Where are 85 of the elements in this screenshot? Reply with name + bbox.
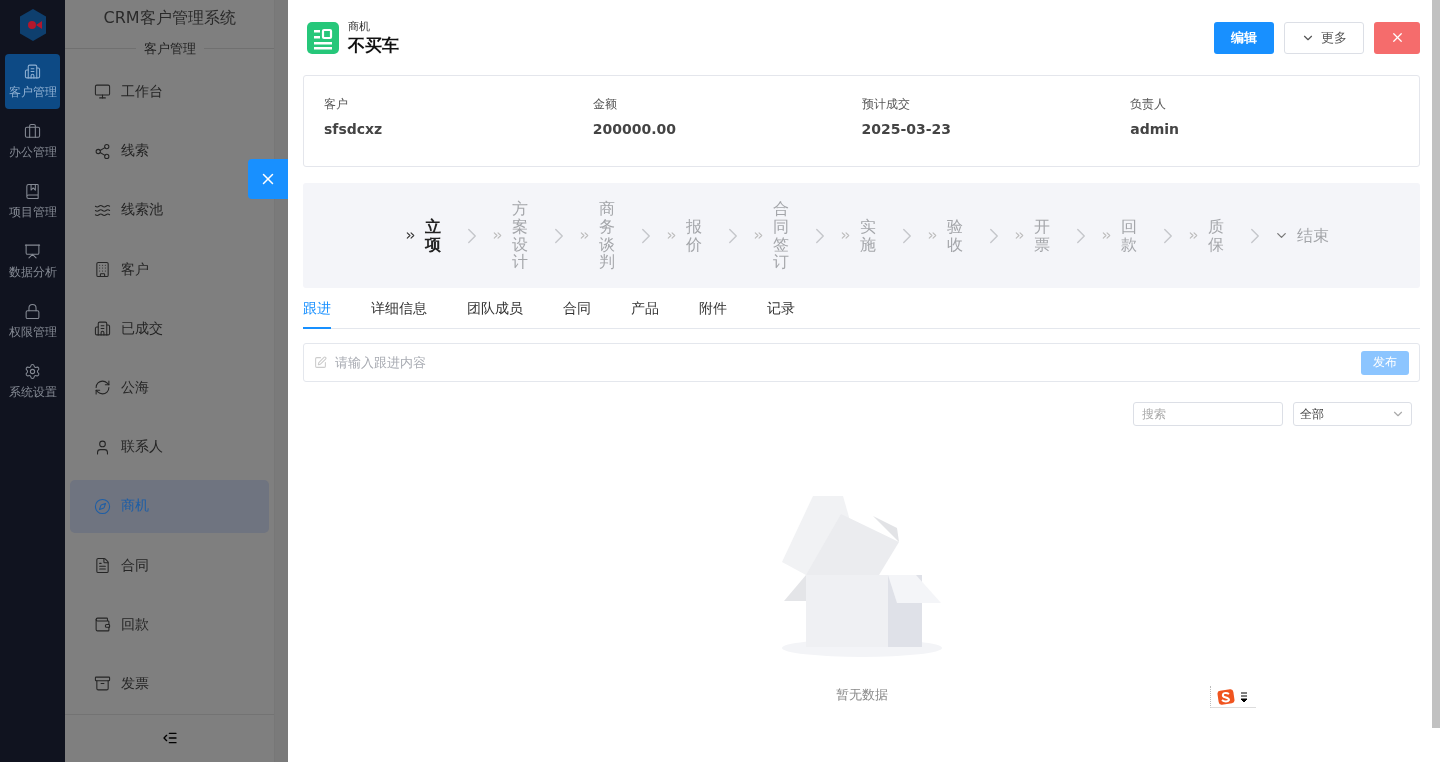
menu-item-icon bbox=[94, 675, 111, 693]
menu-item[interactable]: 线索 bbox=[70, 124, 269, 178]
rail-item[interactable]: 客户管理 bbox=[5, 54, 60, 109]
double-chevron-icon bbox=[1100, 229, 1113, 242]
stage-label[interactable]: 结束 bbox=[1297, 226, 1329, 245]
menu-item-icon bbox=[94, 438, 111, 456]
search-field[interactable]: 搜索 bbox=[1133, 402, 1283, 426]
menu-item-icon bbox=[94, 261, 111, 278]
menu-item-icon bbox=[94, 320, 111, 338]
edit-icon bbox=[314, 356, 327, 369]
rail-item-icon bbox=[24, 302, 41, 320]
menu-item[interactable]: 线索池 bbox=[70, 183, 269, 237]
scrollbar[interactable] bbox=[1432, 0, 1440, 728]
menu-item-icon bbox=[94, 83, 111, 101]
info-value: admin bbox=[1130, 121, 1181, 137]
info-label: 金额 bbox=[592, 96, 618, 113]
double-chevron-icon bbox=[578, 229, 591, 242]
menu-item-icon bbox=[94, 557, 111, 574]
rail-item[interactable]: 项目管理 bbox=[5, 174, 60, 229]
info-value: sfsdcxz bbox=[324, 121, 384, 137]
info-label: 客户 bbox=[324, 96, 349, 113]
tab[interactable]: 记录 bbox=[767, 296, 795, 329]
stage-label[interactable]: 质保 bbox=[1208, 217, 1224, 254]
menu-item[interactable]: 工作台 bbox=[70, 65, 269, 119]
record-title: 不买车 bbox=[348, 33, 400, 57]
rail-item[interactable]: 数据分析 bbox=[5, 234, 60, 289]
menu-item-icon bbox=[94, 497, 111, 515]
list-icon bbox=[307, 21, 339, 54]
double-chevron-icon bbox=[1187, 229, 1200, 242]
stage-label[interactable]: 实施 bbox=[860, 217, 876, 254]
double-chevron-icon bbox=[752, 229, 765, 242]
menu-item-icon bbox=[94, 142, 111, 160]
rail-item[interactable]: 系统设置 bbox=[5, 354, 60, 409]
menu-item[interactable]: 发票 bbox=[70, 657, 269, 711]
menu-item-icon bbox=[94, 379, 111, 397]
rail-item-icon bbox=[24, 362, 41, 380]
tab[interactable]: 合同 bbox=[563, 296, 591, 329]
stage-label[interactable]: 方案设计 bbox=[512, 200, 528, 271]
tab[interactable]: 详细信息 bbox=[371, 296, 427, 329]
info-value: 200000.00 bbox=[592, 121, 677, 137]
tab[interactable]: 跟进 bbox=[303, 296, 331, 329]
menu-item[interactable]: 已成交 bbox=[70, 302, 269, 356]
stage-label[interactable]: 商务谈判 bbox=[599, 200, 615, 271]
caret-icon bbox=[1241, 691, 1247, 702]
tab[interactable]: 附件 bbox=[699, 296, 727, 329]
stage-label[interactable]: 报价 bbox=[686, 217, 702, 254]
info-label: 负责人 bbox=[1130, 96, 1168, 113]
more-button[interactable]: 更多 bbox=[1284, 21, 1364, 54]
tab[interactable]: 团队成员 bbox=[467, 296, 523, 329]
double-chevron-icon bbox=[665, 229, 678, 242]
stage-label[interactable]: 立项 bbox=[425, 217, 441, 254]
rail-item-icon bbox=[24, 242, 41, 260]
menu-item[interactable]: 回款 bbox=[70, 598, 269, 652]
close-button[interactable] bbox=[1374, 21, 1420, 54]
info-label: 预计成交 bbox=[861, 96, 911, 113]
double-chevron-icon bbox=[404, 229, 417, 242]
ime-logo-icon bbox=[1217, 688, 1235, 705]
rail-item-icon bbox=[24, 62, 41, 80]
info-value: 2025-03-23 bbox=[861, 121, 953, 137]
section-label: 客户管理 bbox=[143, 39, 196, 58]
app-title: CRM客户管理系统 bbox=[102, 7, 237, 29]
menu-item[interactable]: 联系人 bbox=[70, 420, 269, 474]
edit-button[interactable]: 编辑 bbox=[1214, 21, 1274, 54]
menu-item-icon bbox=[94, 616, 111, 634]
menu-item[interactable]: 客户 bbox=[70, 242, 269, 297]
rail-item-icon bbox=[24, 122, 41, 140]
double-chevron-icon bbox=[926, 229, 939, 242]
double-chevron-icon bbox=[491, 229, 504, 242]
rail-item-icon bbox=[24, 182, 41, 200]
empty-message: 暂无数据 bbox=[835, 686, 888, 704]
close-button[interactable] bbox=[248, 159, 288, 199]
menu-item[interactable]: 合同 bbox=[70, 538, 269, 593]
stage-label[interactable]: 开票 bbox=[1034, 217, 1050, 254]
rail-item[interactable]: 权限管理 bbox=[5, 294, 60, 349]
menu-item[interactable]: 公海 bbox=[70, 361, 269, 415]
filter-select[interactable]: 全部 bbox=[1293, 402, 1412, 426]
tab[interactable]: 产品 bbox=[631, 296, 659, 329]
app-logo bbox=[17, 8, 48, 42]
double-chevron-icon bbox=[1013, 229, 1026, 242]
stage-label[interactable]: 回款 bbox=[1121, 217, 1137, 254]
stage-label[interactable]: 验收 bbox=[947, 217, 963, 254]
rail-item[interactable]: 办公管理 bbox=[5, 114, 60, 169]
double-chevron-icon bbox=[839, 229, 852, 242]
stage-label[interactable]: 合同签订 bbox=[773, 200, 789, 271]
record-type: 商机 bbox=[348, 18, 371, 34]
